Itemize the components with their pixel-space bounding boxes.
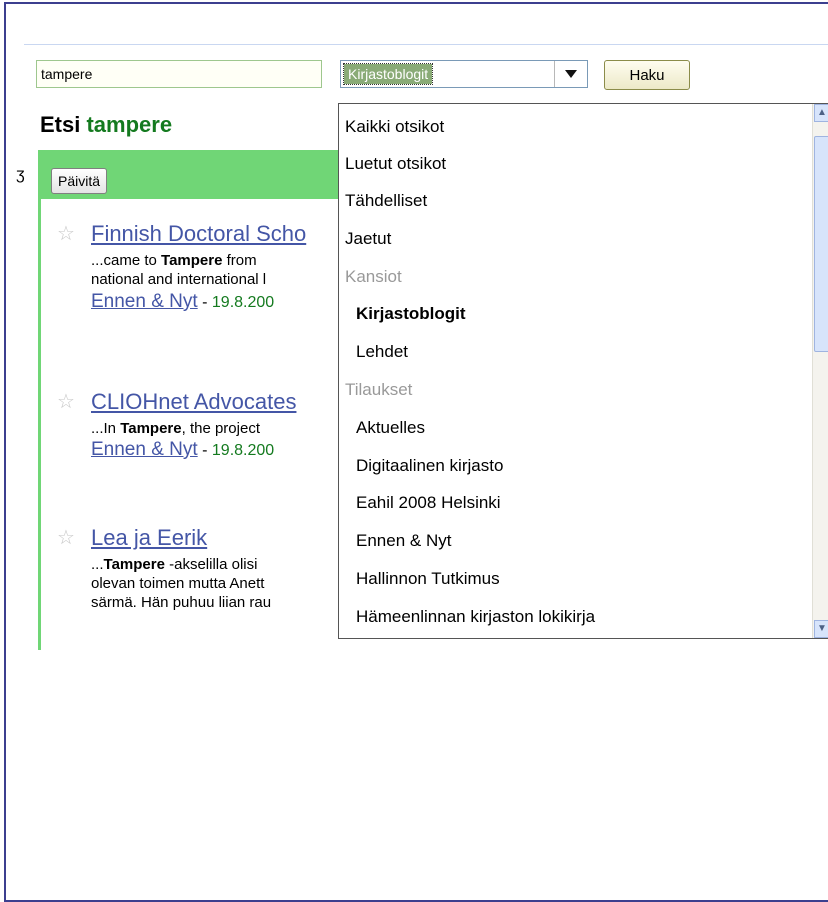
dropdown-option[interactable]: Hämeenlinnan kirjaston lokikirja — [356, 598, 595, 636]
scroll-down-icon[interactable]: ▼ — [814, 620, 828, 638]
page-title-term: tampere — [86, 112, 173, 137]
result-snippet: olevan toimen mutta Anett — [91, 575, 265, 592]
result-snippet: särmä. Hän puhuu liian rau — [91, 594, 272, 611]
result-meta: Ennen & Nyt - 19.8.200 — [91, 439, 275, 460]
folder-select[interactable]: Kirjastoblogit — [340, 60, 588, 88]
result-snippet: national and international l — [91, 271, 267, 288]
page-title: Etsi tampere — [40, 112, 172, 138]
refresh-button[interactable]: Päivitä — [51, 168, 108, 194]
result-snippet: ...Tampere -akselilla olisi — [91, 556, 258, 573]
dropdown-option[interactable]: Aktuelles — [356, 409, 425, 447]
dropdown-option[interactable]: Jaetut — [345, 220, 391, 258]
scroll-thumb[interactable] — [814, 136, 828, 352]
result-snippet: ...In Tampere, the project — [91, 420, 260, 437]
chevron-down-icon — [565, 70, 577, 78]
search-button[interactable]: Haku — [604, 60, 690, 90]
side-glyph: ʒ — [16, 166, 25, 183]
dropdown-option[interactable]: Tähdelliset — [345, 182, 427, 220]
star-icon[interactable]: ☆ — [57, 389, 75, 414]
dropdown-scrollbar[interactable]: ▲ ▼ — [812, 104, 828, 638]
result-title-link[interactable]: Lea ja Eerik — [91, 525, 207, 551]
dropdown-group-header: Tilaukset — [345, 380, 413, 399]
dropdown-group-header: Kansiot — [345, 267, 402, 286]
scroll-up-icon[interactable]: ▲ — [814, 104, 828, 122]
top-divider — [24, 44, 828, 45]
dropdown-option[interactable]: Kaikki otsikot — [345, 108, 444, 146]
result-date: 19.8.200 — [211, 442, 275, 459]
dropdown-option[interactable]: Digitaalinen kirjasto — [356, 447, 503, 485]
dropdown-option-selected[interactable]: Kirjastoblogit — [356, 295, 466, 333]
result-meta: Ennen & Nyt - 19.8.200 — [91, 291, 275, 312]
star-icon[interactable]: ☆ — [57, 221, 75, 246]
page-title-prefix: Etsi — [40, 112, 81, 137]
dropdown-option[interactable]: Luetut otsikot — [345, 145, 446, 183]
result-source-link[interactable]: Ennen & Nyt — [91, 439, 198, 460]
result-source-link[interactable]: Ennen & Nyt — [91, 291, 198, 312]
folder-dropdown-list[interactable]: Kaikki otsikot Luetut otsikot Tähdellise… — [338, 103, 828, 639]
dropdown-option[interactable]: Lehdet — [356, 333, 408, 371]
search-input[interactable] — [36, 60, 322, 88]
result-title-link[interactable]: CLIOHnet Advocates — [91, 389, 296, 415]
folder-select-value: Kirjastoblogit — [342, 63, 434, 85]
star-icon[interactable]: ☆ — [57, 525, 75, 550]
dropdown-option[interactable]: Hallinnon Tutkimus — [356, 560, 500, 598]
result-title-link[interactable]: Finnish Doctoral Scho — [91, 221, 306, 247]
result-date: 19.8.200 — [211, 294, 275, 311]
dropdown-option[interactable]: Eahil 2008 Helsinki — [356, 484, 501, 522]
dropdown-arrow-button[interactable] — [554, 61, 587, 87]
dropdown-option[interactable]: Ennen & Nyt — [356, 522, 451, 560]
result-snippet: ...came to Tampere from — [91, 252, 257, 269]
